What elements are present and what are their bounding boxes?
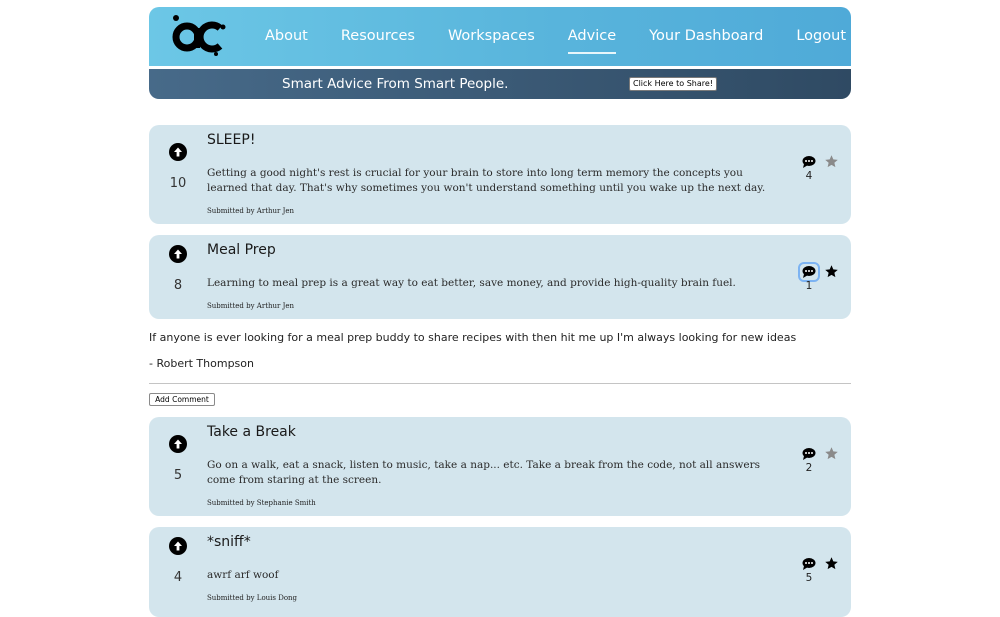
- card-title: SLEEP!: [207, 132, 256, 148]
- card-title: Take a Break: [207, 424, 296, 440]
- upvote-icon[interactable]: [169, 245, 187, 263]
- advice-card: 4 *sniff* awrf arf woof Submitted by Lou…: [149, 527, 851, 617]
- vote-count: 10: [169, 176, 187, 191]
- card-title: Meal Prep: [207, 242, 276, 258]
- comment-count: 4: [805, 170, 813, 182]
- nav-your-dashboard[interactable]: Your Dashboard: [649, 7, 763, 66]
- banner-tagline: Smart Advice From Smart People.: [282, 76, 509, 92]
- card-author: Submitted by Arthur Jen: [207, 302, 295, 310]
- logo-icon[interactable]: [171, 13, 227, 57]
- vote-count: 8: [173, 278, 183, 293]
- nav-resources[interactable]: Resources: [341, 7, 415, 66]
- comment-icon[interactable]: [798, 262, 820, 282]
- card-body: Go on a walk, eat a snack, listen to mus…: [207, 459, 760, 486]
- card-author: Submitted by Stephanie Smith: [207, 499, 316, 507]
- card-body: awrf arf woof: [207, 569, 279, 581]
- advice-card: 8 Meal Prep Learning to meal prep is a g…: [149, 235, 851, 319]
- nav-logout[interactable]: Logout: [796, 7, 846, 66]
- nav-about[interactable]: About: [265, 7, 308, 66]
- advice-card: 5 Take a Break Go on a walk, eat a snack…: [149, 417, 851, 516]
- main-nav: About Resources Workspaces Advice Your D…: [265, 7, 879, 66]
- star-icon[interactable]: [824, 264, 839, 279]
- advice-banner: Smart Advice From Smart People. Click He…: [149, 69, 851, 99]
- upvote-icon[interactable]: [169, 537, 187, 555]
- card-author: Submitted by Arthur Jen: [207, 207, 295, 215]
- comment-count: 1: [805, 280, 813, 292]
- comment-count: 5: [805, 572, 813, 584]
- nav-workspaces[interactable]: Workspaces: [448, 7, 535, 66]
- comment-text: If anyone is ever looking for a meal pre…: [149, 331, 797, 344]
- card-author: Submitted by Louis Dong: [207, 594, 298, 602]
- add-comment-button[interactable]: Add Comment: [149, 393, 215, 406]
- site-header: About Resources Workspaces Advice Your D…: [149, 7, 851, 66]
- star-icon[interactable]: [824, 446, 839, 461]
- upvote-icon[interactable]: [169, 143, 187, 161]
- advice-card: 10 SLEEP! Getting a good night's rest is…: [149, 125, 851, 224]
- vote-count: 5: [173, 468, 183, 483]
- card-body: Getting a good night's rest is crucial f…: [207, 167, 766, 194]
- comment-icon[interactable]: [801, 557, 817, 571]
- comment-author: - Robert Thompson: [149, 357, 254, 370]
- comment-divider: [149, 383, 851, 384]
- upvote-icon[interactable]: [169, 435, 187, 453]
- card-title: *sniff*: [207, 534, 251, 550]
- comment-icon[interactable]: [801, 155, 817, 169]
- comment-icon[interactable]: [801, 447, 817, 461]
- star-icon[interactable]: [824, 556, 839, 571]
- nav-advice[interactable]: Advice: [567, 7, 617, 66]
- star-icon[interactable]: [824, 154, 839, 169]
- comment-count: 2: [805, 462, 813, 474]
- share-button[interactable]: Click Here to Share!: [629, 77, 717, 91]
- vote-count: 4: [173, 570, 183, 585]
- card-body: Learning to meal prep is a great way to …: [207, 277, 736, 289]
